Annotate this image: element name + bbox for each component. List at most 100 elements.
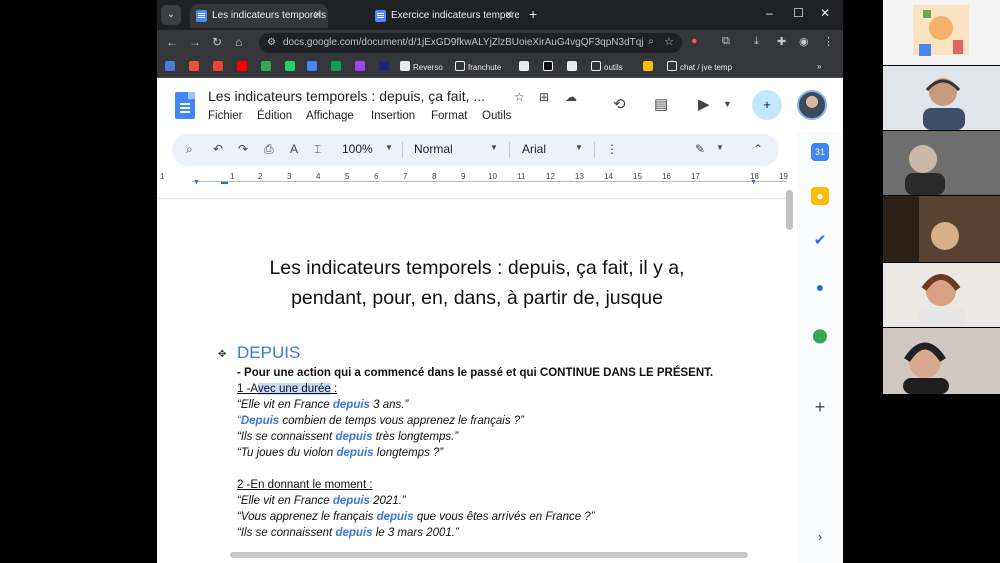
print-icon[interactable]: ⎙ <box>264 142 274 157</box>
bookmark-reverso[interactable]: Reverso <box>400 61 443 73</box>
bookmark-icon[interactable] <box>355 61 368 73</box>
star-icon[interactable]: ☆ <box>514 90 525 104</box>
back-icon[interactable]: ← <box>166 35 178 49</box>
minimize-icon[interactable]: – <box>766 6 773 20</box>
chevron-down-icon[interactable]: ▼ <box>723 99 732 109</box>
collapse-chevron-icon[interactable]: ⌃ <box>753 142 763 156</box>
spellcheck-icon[interactable]: A <box>290 142 298 156</box>
bookmark-folder-franchute[interactable]: franchute <box>455 61 501 73</box>
drag-handle-icon[interactable]: ✥ <box>218 349 226 360</box>
home-icon[interactable]: ⌂ <box>235 35 242 49</box>
section-title: DEPUIS <box>237 343 301 362</box>
example-text: 2021.” <box>369 495 406 507</box>
edit-mode-icon[interactable]: ✎ <box>695 142 705 156</box>
add-addon-icon[interactable]: + <box>811 398 829 416</box>
redo-icon[interactable]: ↷ <box>238 142 248 156</box>
rule-line: - Pour une action qui a commencé dans le… <box>237 367 713 379</box>
puzzle-icon[interactable]: ✚ <box>777 35 786 48</box>
keyword: depuis <box>376 511 414 523</box>
participant-person-icon <box>883 66 1000 130</box>
document-title[interactable]: Les indicateurs temporels : depuis, ça f… <box>208 88 485 104</box>
horizontal-scrollbar[interactable] <box>230 552 748 558</box>
menu-insertion[interactable]: Insertion <box>371 110 415 122</box>
close-icon[interactable]: ✕ <box>314 4 322 28</box>
url-field[interactable]: ⚙ docs.google.com/document/d/1jExGD9fkwA… <box>259 33 682 53</box>
extensions-puzzle-icon[interactable]: ⧉ <box>722 35 730 48</box>
profile-icon[interactable]: ◉ <box>799 35 809 48</box>
history-icon[interactable]: ⟲ <box>613 95 626 113</box>
chevron-down-icon[interactable]: ▼ <box>575 143 583 152</box>
chevron-down-icon[interactable]: ▼ <box>490 143 498 152</box>
maximize-icon[interactable]: ☐ <box>793 6 804 20</box>
bookmark-icon[interactable] <box>567 61 580 73</box>
bookmark-icon[interactable] <box>519 61 532 73</box>
vertical-scrollbar[interactable] <box>786 190 793 230</box>
example-line: “Depuis combien de temps vous apprenez l… <box>237 415 524 427</box>
bookmark-icon[interactable] <box>643 61 656 73</box>
bookmark-icon[interactable] <box>213 61 226 73</box>
indent-marker-icon[interactable]: ▼ <box>193 179 200 186</box>
docs-logo-icon[interactable] <box>175 92 195 119</box>
maps-icon[interactable]: ⬤ <box>811 326 829 344</box>
example-text: “Elle vit en France <box>237 399 333 411</box>
more-menu-icon[interactable]: ⋮ <box>823 35 834 48</box>
style-select[interactable]: Normal <box>414 142 453 156</box>
move-folder-icon[interactable]: ⊞ <box>539 90 549 104</box>
search-icon[interactable]: ⌕ <box>186 142 193 157</box>
font-select[interactable]: Arial <box>522 142 546 156</box>
chevron-down-icon[interactable]: ▼ <box>385 143 393 152</box>
tab-active[interactable]: Les indicateurs temporels : dep ✕ <box>190 4 328 28</box>
calendar-icon[interactable]: 31 <box>811 143 829 161</box>
bookmark-icon[interactable] <box>261 61 274 73</box>
document-page[interactable]: Les indicateurs temporels : depuis, ça f… <box>157 199 787 549</box>
avatar[interactable] <box>797 90 827 120</box>
close-window-icon[interactable]: ✕ <box>820 6 830 20</box>
bookmark-icon[interactable] <box>189 61 202 73</box>
bookmark-folder-outils[interactable]: outils <box>591 61 623 73</box>
tab-inactive[interactable]: Exercice indicateurs temporels ✕ <box>369 4 519 28</box>
keep-icon[interactable]: ● <box>811 187 829 205</box>
extension-icon[interactable]: ● <box>691 35 698 47</box>
paint-format-icon[interactable]: ⌶ <box>314 142 321 157</box>
bookmark-icon[interactable] <box>379 61 392 73</box>
new-tab-button[interactable]: + <box>529 6 537 22</box>
menu-format[interactable]: Format <box>431 110 467 122</box>
contacts-icon[interactable]: ● <box>811 278 829 296</box>
ruler-number: 17 <box>691 172 700 181</box>
close-icon[interactable]: ✕ <box>505 4 513 28</box>
menu-fichier[interactable]: Fichier <box>208 110 243 122</box>
ruler-number: 5 <box>345 172 350 181</box>
chevron-down-icon[interactable]: ▼ <box>716 143 724 152</box>
indent-marker-icon[interactable]: ▬ <box>221 179 228 186</box>
meet-video-icon[interactable]: ▶ <box>698 95 710 113</box>
bookmark-icon[interactable] <box>307 61 320 73</box>
bookmark-star-icon[interactable]: ☆ <box>664 35 674 48</box>
ruler-number: 18 <box>750 172 759 181</box>
ruler[interactable]: ▼ ▬ ▼ 1 1 2 3 4 5 6 7 8 9 10 11 12 13 14… <box>157 170 788 186</box>
bookmark-icon[interactable] <box>237 61 250 73</box>
download-icon[interactable]: ⤓ <box>754 35 759 48</box>
tasks-icon[interactable]: ✔ <box>811 232 829 250</box>
comments-icon[interactable]: ▤ <box>654 95 668 113</box>
more-options-icon[interactable]: ⋮ <box>606 142 618 156</box>
zoom-icon[interactable]: ⌕ <box>648 36 654 47</box>
menu-affichage[interactable]: Affichage <box>306 110 354 122</box>
bookmarks-overflow-icon[interactable]: » <box>817 61 821 73</box>
bookmark-icon[interactable] <box>331 61 344 73</box>
bookmark-folder-chat[interactable]: chat / jve temp <box>667 61 732 73</box>
zoom-select[interactable]: 100% <box>342 142 373 156</box>
bookmark-icon[interactable] <box>165 61 178 73</box>
reload-icon[interactable]: ↻ <box>212 35 222 49</box>
menu-edition[interactable]: Édition <box>257 110 292 122</box>
bookmark-icon[interactable] <box>543 61 556 73</box>
undo-icon[interactable]: ↶ <box>213 142 223 156</box>
bookmark-icon[interactable] <box>285 61 298 73</box>
forward-icon[interactable]: → <box>189 35 201 49</box>
cloud-status-icon[interactable]: ☁ <box>565 90 577 104</box>
tab-search-button[interactable]: ⌄ <box>161 5 181 25</box>
share-button[interactable]: + <box>752 90 782 120</box>
site-info-icon[interactable]: ⚙ <box>267 37 276 48</box>
menu-outils[interactable]: Outils <box>482 110 511 122</box>
chevron-right-icon[interactable]: › <box>811 528 829 546</box>
keyword: depuis <box>335 527 373 539</box>
